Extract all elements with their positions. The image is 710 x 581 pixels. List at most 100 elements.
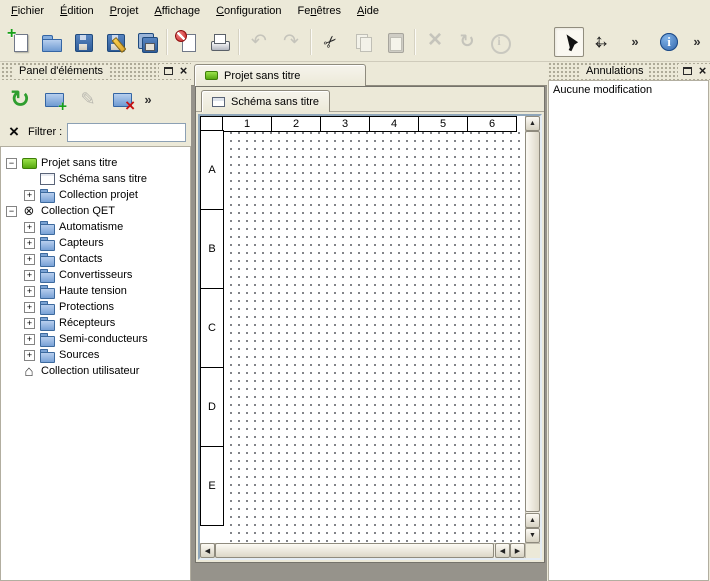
toolbar-separator xyxy=(310,29,312,55)
toolbar-separator xyxy=(238,29,240,55)
menu-bar: FichierÉditionProjetAffichageConfigurati… xyxy=(0,0,710,22)
folder-icon xyxy=(39,269,55,282)
folder-icon xyxy=(39,349,55,362)
panel-overflow-button[interactable] xyxy=(141,84,155,114)
tree-item-automatisme[interactable]: Automatisme xyxy=(1,219,190,235)
expander-plus-icon[interactable] xyxy=(23,219,36,235)
schema-tab[interactable]: Schéma sans titre xyxy=(201,90,330,112)
menu-edition[interactable]: Édition xyxy=(52,2,102,20)
expander-plus-icon[interactable] xyxy=(23,267,36,283)
undo-panel: Annulations × Aucune modification xyxy=(547,62,710,581)
expander-plus-icon[interactable] xyxy=(23,235,36,251)
open-project-button[interactable] xyxy=(36,27,66,57)
tree-item-sources[interactable]: Sources xyxy=(1,347,190,363)
tree-item-label: Protections xyxy=(59,301,114,313)
scroll-left-button-2[interactable] xyxy=(495,543,510,558)
scroll-right-button[interactable] xyxy=(510,543,525,558)
vertical-scroll-thumb[interactable] xyxy=(525,131,540,512)
rotate-button xyxy=(452,27,482,57)
undo-panel-title-buttons: × xyxy=(678,64,710,79)
tree-item-label: Capteurs xyxy=(59,237,104,249)
undo-list: Aucune modification xyxy=(548,80,709,581)
scroll-down-button[interactable] xyxy=(525,528,540,543)
menu-configuration[interactable]: Configuration xyxy=(208,2,289,20)
schema-icon xyxy=(39,173,55,186)
scroll-left-button[interactable] xyxy=(200,543,215,558)
folder-icon xyxy=(39,221,55,234)
menu-projet[interactable]: Projet xyxy=(102,2,147,20)
tree-item-collection-qet[interactable]: Collection QET xyxy=(1,203,190,219)
redo-button xyxy=(276,27,306,57)
visualisation-mode-button[interactable] xyxy=(586,27,616,57)
delete-icon xyxy=(424,31,446,53)
tree-item-projet-sans-titre[interactable]: Projet sans titre xyxy=(1,155,190,171)
tree-item-haute-tension[interactable]: Haute tension xyxy=(1,283,190,299)
about-button[interactable] xyxy=(654,27,684,57)
scroll-up-button-2[interactable] xyxy=(525,513,540,528)
elements-panel-titlebar[interactable]: Panel d'éléments × xyxy=(0,62,191,80)
vertical-scrollbar[interactable] xyxy=(525,116,540,543)
reload-collections-button[interactable] xyxy=(5,84,35,114)
expander-plus-icon[interactable] xyxy=(23,315,36,331)
project-tab[interactable]: Projet sans titre xyxy=(194,64,366,86)
open-project-icon xyxy=(40,31,62,53)
print-button[interactable] xyxy=(204,27,234,57)
tree-item-schema-sans-titre[interactable]: Schéma sans titre xyxy=(1,171,190,187)
save-as-icon xyxy=(104,31,126,53)
toolbar-group xyxy=(3,27,163,57)
column-header: 5 xyxy=(418,116,468,132)
expander-plus-icon[interactable] xyxy=(23,283,36,299)
selection-mode-button[interactable] xyxy=(554,27,584,57)
toolbar-group xyxy=(553,27,617,57)
toolbar-group xyxy=(419,27,515,57)
tree-item-semi-conducteurs[interactable]: Semi-conducteurs xyxy=(1,331,190,347)
folder-icon xyxy=(39,333,55,346)
expander-plus-icon[interactable] xyxy=(23,299,36,315)
horizontal-scrollbar[interactable] xyxy=(200,543,525,558)
cut-button[interactable] xyxy=(316,27,346,57)
float-icon xyxy=(164,67,173,75)
save-as-button[interactable] xyxy=(100,27,130,57)
elements-tree: Projet sans titreSchéma sans titreCollec… xyxy=(0,146,191,581)
toolbar-group xyxy=(627,27,643,57)
expander-spacer xyxy=(5,363,18,379)
close-undo-panel-button[interactable]: × xyxy=(695,64,710,79)
float-undo-panel-button[interactable] xyxy=(680,64,695,79)
delete-element-button[interactable] xyxy=(107,84,137,114)
tree-item-capteurs[interactable]: Capteurs xyxy=(1,235,190,251)
tree-item-protections[interactable]: Protections xyxy=(1,299,190,315)
toolbar-group xyxy=(243,27,307,57)
expander-plus-icon[interactable] xyxy=(23,251,36,267)
clear-filter-button[interactable] xyxy=(5,123,23,141)
tree-item-recepteurs[interactable]: Récepteurs xyxy=(1,315,190,331)
toolbar-overflow-button-2[interactable] xyxy=(690,27,704,57)
save-button[interactable] xyxy=(68,27,98,57)
horizontal-scroll-thumb[interactable] xyxy=(215,543,494,558)
expander-plus-icon[interactable] xyxy=(23,331,36,347)
save-all-button[interactable] xyxy=(132,27,162,57)
expander-plus-icon[interactable] xyxy=(23,347,36,363)
new-element-button[interactable] xyxy=(39,84,69,114)
tree-item-convertisseurs[interactable]: Convertisseurs xyxy=(1,267,190,283)
menu-fichier[interactable]: Fichier xyxy=(3,2,52,20)
filter-input[interactable] xyxy=(67,123,186,142)
toolbar-overflow-button[interactable] xyxy=(628,27,642,57)
menu-affichage[interactable]: Affichage xyxy=(146,2,208,20)
copy-button xyxy=(348,27,378,57)
menu-aide[interactable]: Aide xyxy=(349,2,387,20)
tree-item-collection-utilisateur[interactable]: Collection utilisateur xyxy=(1,363,190,379)
tree-item-collection-projet[interactable]: Collection projet xyxy=(1,187,190,203)
menu-fenetres[interactable]: Fenêtres xyxy=(290,2,349,20)
diagram-paper[interactable] xyxy=(224,132,525,543)
folder-icon xyxy=(39,317,55,330)
tree-item-contacts[interactable]: Contacts xyxy=(1,251,190,267)
new-document-button[interactable] xyxy=(4,27,34,57)
close-elements-panel-button[interactable]: × xyxy=(176,64,191,79)
expander-minus-icon[interactable] xyxy=(5,203,18,219)
scroll-up-button[interactable] xyxy=(525,116,540,131)
undo-panel-titlebar[interactable]: Annulations × xyxy=(547,62,710,80)
expander-plus-icon[interactable] xyxy=(23,187,36,203)
close-project-button[interactable] xyxy=(172,27,202,57)
float-elements-panel-button[interactable] xyxy=(161,64,176,79)
expander-minus-icon[interactable] xyxy=(5,155,18,171)
